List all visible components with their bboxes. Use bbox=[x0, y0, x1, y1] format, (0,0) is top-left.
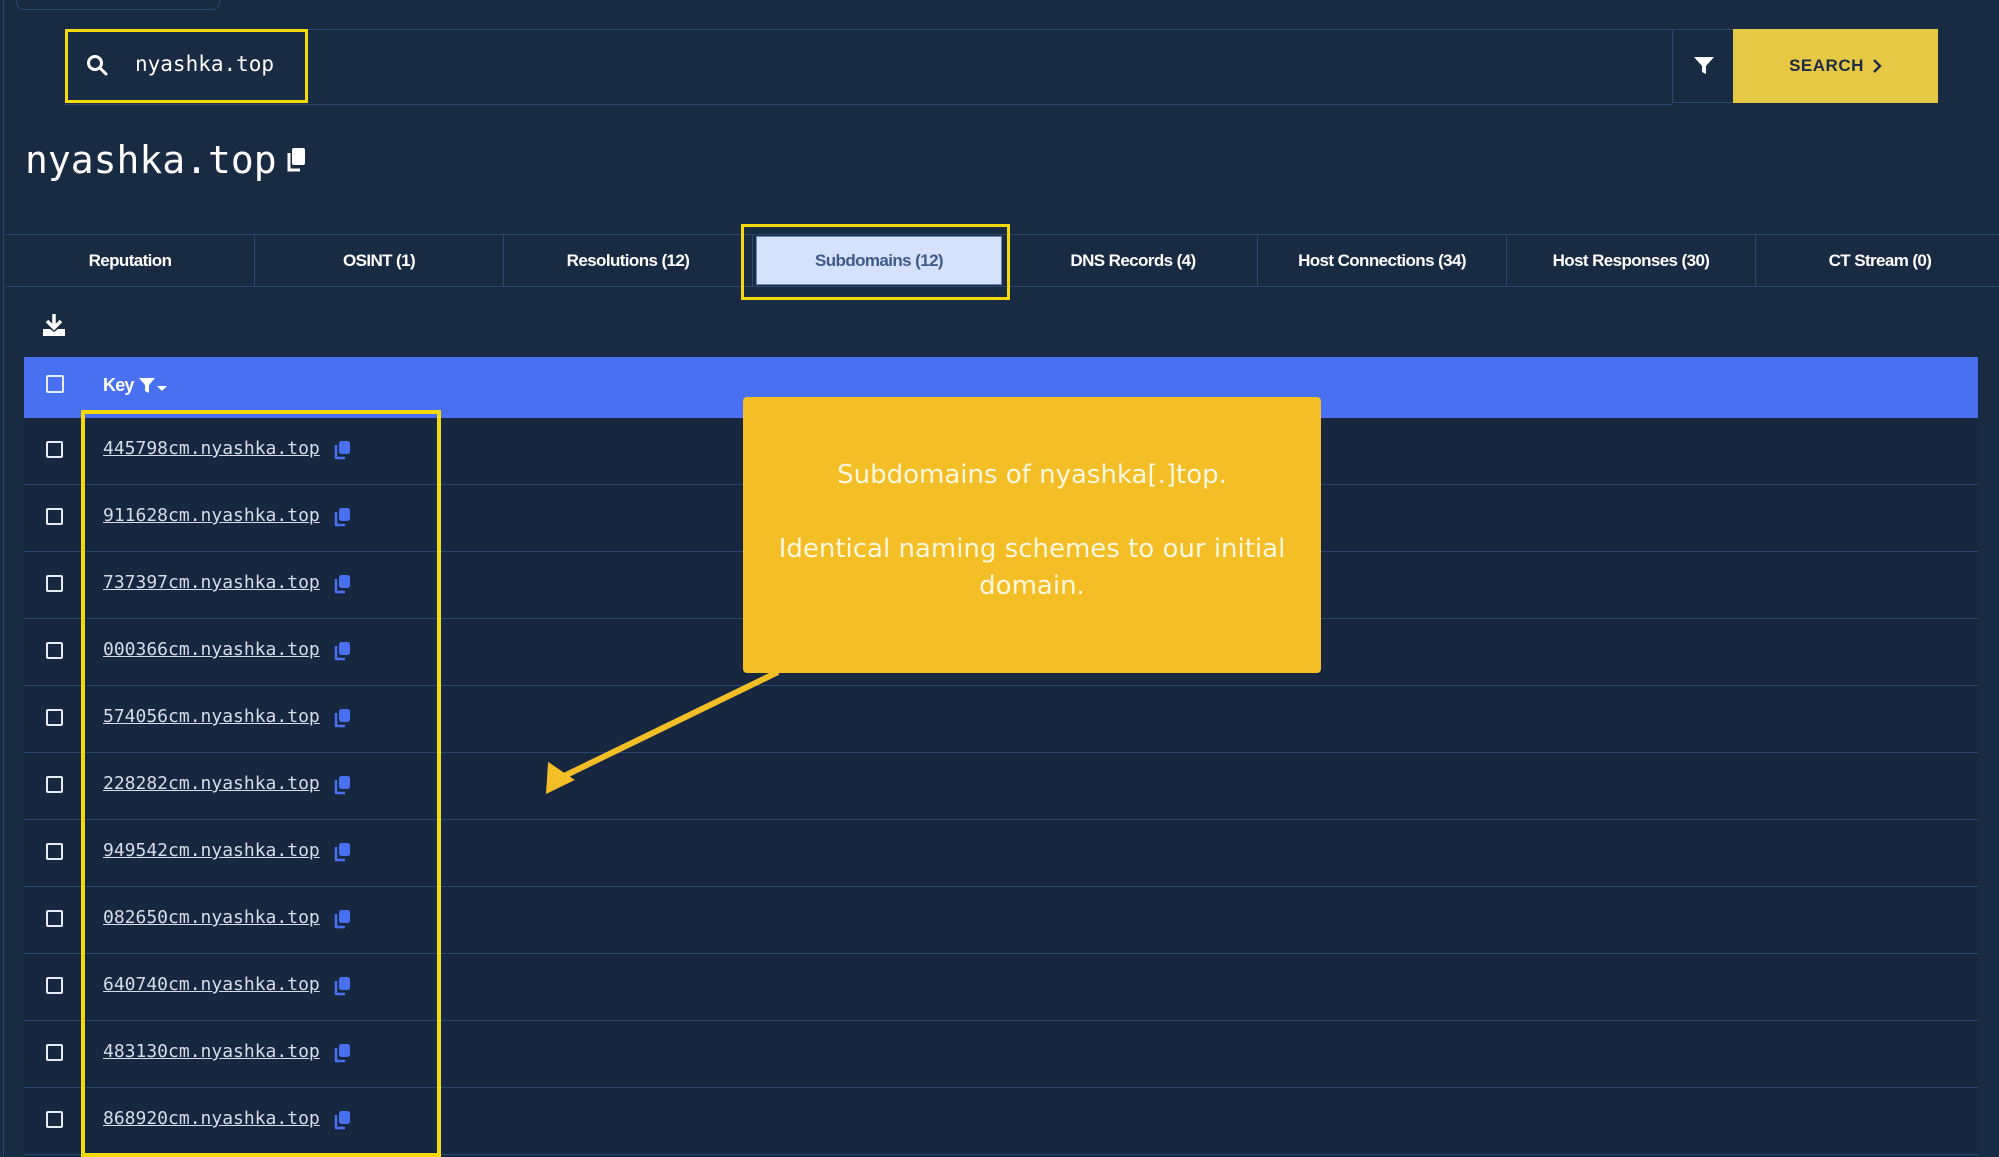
subdomain-link[interactable]: 082650cm.nyashka.top bbox=[103, 907, 320, 928]
row-checkbox[interactable] bbox=[46, 776, 63, 793]
copy-icon[interactable] bbox=[333, 708, 351, 728]
column-header-key[interactable]: Key bbox=[103, 375, 170, 396]
annotation-line-2: Identical naming schemes to our initial … bbox=[778, 534, 1286, 601]
annotation-callout: Subdomains of nyashka[.]top. Identical n… bbox=[743, 397, 1321, 673]
tab-dns-records[interactable]: DNS Records (4) bbox=[1009, 235, 1258, 286]
table-row: 082650cm.nyashka.top bbox=[24, 887, 1978, 954]
row-checkbox[interactable] bbox=[46, 709, 63, 726]
subdomain-link[interactable]: 640740cm.nyashka.top bbox=[103, 974, 320, 995]
copy-icon[interactable] bbox=[333, 976, 351, 996]
subdomain-link[interactable]: 911628cm.nyashka.top bbox=[103, 505, 320, 526]
subdomain-link[interactable]: 483130cm.nyashka.top bbox=[103, 1041, 320, 1062]
copy-icon[interactable] bbox=[333, 842, 351, 862]
copy-icon[interactable] bbox=[333, 574, 351, 594]
search-button-label: SEARCH bbox=[1789, 56, 1864, 75]
row-checkbox[interactable] bbox=[46, 843, 63, 860]
tab-host-responses[interactable]: Host Responses (30) bbox=[1507, 235, 1756, 286]
tab-subdomains[interactable]: Subdomains (12) bbox=[756, 236, 1002, 285]
search-input[interactable] bbox=[135, 44, 1635, 84]
left-border bbox=[3, 0, 4, 1155]
tab-reputation[interactable]: Reputation bbox=[6, 235, 255, 286]
row-checkbox[interactable] bbox=[46, 642, 63, 659]
copy-icon[interactable] bbox=[333, 507, 351, 527]
row-checkbox[interactable] bbox=[46, 1044, 63, 1061]
filter-button[interactable] bbox=[1672, 29, 1734, 103]
copy-icon[interactable] bbox=[333, 909, 351, 929]
tab-osint[interactable]: OSINT (1) bbox=[255, 235, 504, 286]
copy-icon[interactable] bbox=[333, 1043, 351, 1063]
subdomain-link[interactable]: 445798cm.nyashka.top bbox=[103, 438, 320, 459]
row-checkbox[interactable] bbox=[46, 575, 63, 592]
download-icon[interactable] bbox=[41, 313, 67, 337]
select-all-checkbox[interactable] bbox=[46, 375, 64, 393]
annotation-line-1: Subdomains of nyashka[.]top. bbox=[837, 460, 1227, 490]
tab-ct-stream[interactable]: CT Stream (0) bbox=[1756, 235, 1999, 286]
search-button[interactable]: SEARCH bbox=[1733, 29, 1938, 103]
filter-icon bbox=[1693, 57, 1714, 74]
row-checkbox[interactable] bbox=[46, 977, 63, 994]
copy-icon[interactable] bbox=[285, 147, 307, 173]
subdomain-link[interactable]: 574056cm.nyashka.top bbox=[103, 706, 320, 727]
table-row: 868920cm.nyashka.top bbox=[24, 1088, 1978, 1155]
copy-icon[interactable] bbox=[333, 1110, 351, 1130]
page-title-text: nyashka.top bbox=[25, 138, 277, 182]
subdomain-link[interactable]: 868920cm.nyashka.top bbox=[103, 1108, 320, 1129]
table-row: 949542cm.nyashka.top bbox=[24, 820, 1978, 887]
subdomain-link[interactable]: 000366cm.nyashka.top bbox=[103, 639, 320, 660]
row-checkbox[interactable] bbox=[46, 910, 63, 927]
table-row: 574056cm.nyashka.top bbox=[24, 686, 1978, 753]
subdomain-link[interactable]: 228282cm.nyashka.top bbox=[103, 773, 320, 794]
subdomain-link[interactable]: 737397cm.nyashka.top bbox=[103, 572, 320, 593]
row-checkbox[interactable] bbox=[46, 441, 63, 458]
row-checkbox[interactable] bbox=[46, 1111, 63, 1128]
subdomain-link[interactable]: 949542cm.nyashka.top bbox=[103, 840, 320, 861]
copy-icon[interactable] bbox=[333, 775, 351, 795]
tab-host-connections[interactable]: Host Connections (34) bbox=[1258, 235, 1507, 286]
table-row: 483130cm.nyashka.top bbox=[24, 1021, 1978, 1088]
tab-bar: Reputation OSINT (1) Resolutions (12) Su… bbox=[6, 234, 1999, 287]
column-filter-icon[interactable] bbox=[138, 377, 170, 395]
copy-icon[interactable] bbox=[333, 440, 351, 460]
column-key-label: Key bbox=[103, 375, 134, 395]
table-row: 228282cm.nyashka.top bbox=[24, 753, 1978, 820]
table-row: 640740cm.nyashka.top bbox=[24, 954, 1978, 1021]
chevron-right-icon bbox=[1873, 59, 1882, 73]
top-tab-outline bbox=[16, 0, 220, 10]
row-checkbox[interactable] bbox=[46, 508, 63, 525]
tab-resolutions[interactable]: Resolutions (12) bbox=[504, 235, 753, 286]
copy-icon[interactable] bbox=[333, 641, 351, 661]
page-title: nyashka.top bbox=[25, 138, 307, 182]
search-highlight-box bbox=[65, 29, 308, 103]
